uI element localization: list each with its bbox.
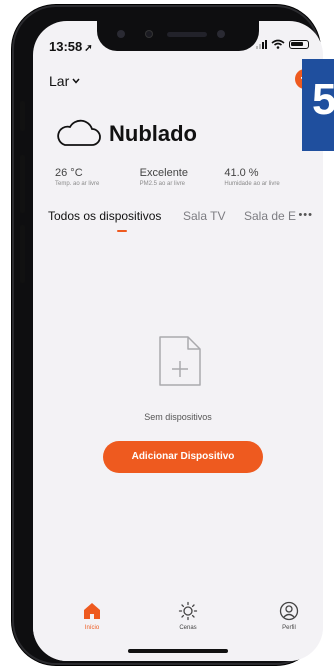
- nav-item-home[interactable]: Início: [62, 601, 122, 631]
- stat-humidity: 41.0 % Humidade ao ar livre: [224, 167, 309, 187]
- scene: 13:58 ➚ Lar Nublado 26 °C Temp. ao ar li…: [0, 0, 334, 668]
- phone-frame: 13:58 ➚ Lar Nublado 26 °C Temp. ao ar li…: [12, 5, 323, 665]
- nav-label: Perfil: [282, 625, 296, 631]
- chevron-down-icon: [72, 78, 80, 84]
- brand-badge-text: 5: [312, 75, 334, 124]
- stat-value: 41.0 %: [224, 167, 259, 179]
- stat-value: 26 °C: [55, 167, 83, 179]
- room-tabs: Todos os dispositivos Sala TV Sala de E …: [48, 209, 313, 239]
- nav-item-profile[interactable]: Perfil: [259, 601, 319, 631]
- home-icon: [84, 603, 100, 619]
- file-add-icon: [159, 336, 201, 386]
- stat-label: Temp. ao ar livre: [55, 181, 100, 187]
- status-icons: [256, 39, 309, 49]
- status-bar-time: 13:58 ➚: [49, 39, 93, 54]
- home-selector[interactable]: Lar: [49, 73, 80, 89]
- nav-item-scenes[interactable]: Cenas: [158, 601, 218, 631]
- tab-sala-tv[interactable]: Sala TV: [183, 209, 225, 223]
- nav-label: Início: [84, 625, 100, 631]
- status-time-text: 13:58: [49, 39, 83, 54]
- wifi-icon: [271, 39, 285, 49]
- weather-stats: 26 °C Temp. ao ar livre Excelente PM2.5 …: [55, 167, 309, 187]
- cloud-icon: [57, 119, 101, 146]
- stat-label: Humidade ao ar livre: [224, 181, 280, 187]
- phone-screen: 13:58 ➚ Lar Nublado 26 °C Temp. ao ar li…: [33, 21, 323, 661]
- empty-state-message: Sem dispositivos: [144, 412, 212, 422]
- sensor-dot: [117, 30, 125, 38]
- active-tab-indicator: [117, 230, 127, 232]
- tab-sala-de-e[interactable]: Sala de E: [244, 209, 296, 223]
- location-arrow-icon: ➚: [84, 43, 93, 54]
- stat-label: PM2.5 ao ar livre: [139, 181, 186, 187]
- stat-value: Excelente: [139, 167, 188, 179]
- cellular-signal-icon: [256, 39, 267, 49]
- sensor-dot: [217, 30, 225, 38]
- add-device-button[interactable]: Adicionar Dispositivo: [103, 441, 263, 473]
- front-camera: [145, 30, 153, 38]
- stat-temperature: 26 °C Temp. ao ar livre: [55, 167, 140, 187]
- home-indicator: [128, 649, 228, 653]
- volume-up-button: [20, 155, 25, 213]
- weather-title: Nublado: [109, 121, 197, 146]
- nav-label: Cenas: [179, 625, 197, 631]
- earpiece-speaker: [167, 32, 207, 37]
- more-tabs-button[interactable]: •••: [298, 209, 313, 221]
- volume-down-button: [20, 225, 25, 283]
- brand-badge: 5: [302, 59, 334, 151]
- tab-all-devices[interactable]: Todos os dispositivos: [48, 209, 161, 223]
- profile-icon: [279, 601, 299, 621]
- notch: [97, 21, 259, 51]
- sun-icon: [178, 601, 198, 621]
- mute-switch: [20, 101, 25, 131]
- bottom-nav: Início Cenas Perfil: [33, 591, 323, 661]
- stat-pm25: Excelente PM2.5 ao ar livre: [140, 167, 225, 187]
- home-name: Lar: [49, 73, 70, 89]
- battery-icon: [289, 39, 309, 49]
